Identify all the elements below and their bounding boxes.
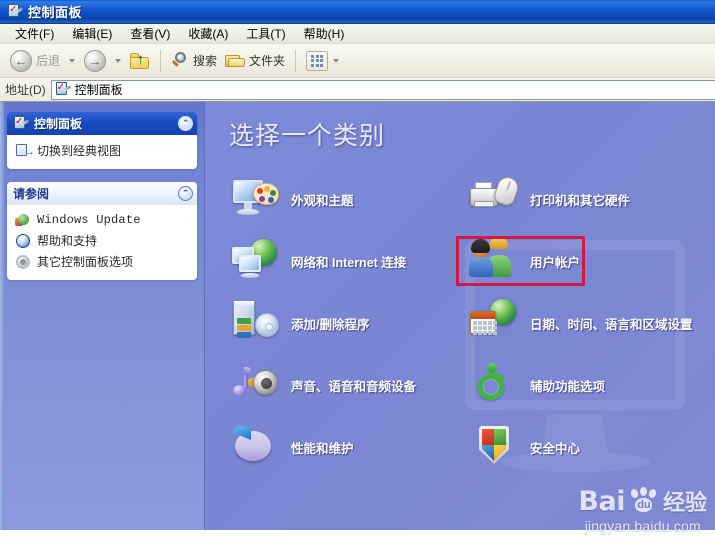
accessibility-icon bbox=[470, 361, 518, 409]
network-internet-icon bbox=[231, 237, 279, 285]
category-label: 外观和主题 bbox=[291, 193, 354, 208]
category-column-right: 打印机和其它硬件 用户帐户 日期、时间、语言和区域设置 辅助功能选项 安全中心 bbox=[468, 168, 715, 478]
sidebar-panel-body: → 切换到经典视图 bbox=[7, 135, 197, 169]
category-label: 性能和维护 bbox=[291, 441, 354, 456]
sounds-audio-icon bbox=[231, 361, 279, 409]
category-user-accounts[interactable]: 用户帐户 bbox=[468, 230, 715, 292]
search-icon bbox=[171, 51, 189, 70]
search-button-label: 搜索 bbox=[193, 54, 218, 68]
category-label: 声音、语音和音频设备 bbox=[291, 379, 417, 394]
page-title: 选择一个类别 bbox=[229, 122, 386, 150]
switch-view-icon: → bbox=[15, 143, 35, 159]
chevron-up-icon[interactable]: ⌃ bbox=[178, 116, 193, 131]
sidebar-panel-body-2: Windows Update ? 帮助和支持 其它控制面板选项 bbox=[7, 205, 197, 280]
sidebar: ✓ 控制面板 ⌃ → 切换到经典视图 请参阅 ⌃ Windows Update … bbox=[0, 102, 205, 530]
folders-button-label: 文件夹 bbox=[249, 54, 286, 68]
printers-hardware-icon bbox=[470, 174, 521, 223]
sidebar-panel-title-2: 请参阅 bbox=[13, 187, 50, 201]
forward-dropdown-icon[interactable] bbox=[115, 58, 122, 63]
appearance-themes-icon bbox=[231, 175, 279, 223]
forward-button[interactable]: → bbox=[80, 47, 110, 75]
category-column-left: 外观和主题 网络和 Internet 连接 添加/删除程序 声音、语音和音频设备… bbox=[229, 168, 468, 478]
address-bar: 地址(D) ✓ 控制面板 bbox=[0, 78, 715, 102]
views-grid-icon bbox=[306, 50, 329, 71]
category-appearance-themes[interactable]: 外观和主题 bbox=[229, 168, 468, 230]
toolbar-separator-2 bbox=[295, 49, 297, 72]
windows-update-icon bbox=[15, 212, 31, 228]
category-network-internet[interactable]: 网络和 Internet 连接 bbox=[229, 230, 468, 292]
menu-item-file[interactable]: 文件(F) bbox=[6, 24, 63, 43]
category-label: 添加/删除程序 bbox=[291, 317, 370, 332]
user-accounts-icon bbox=[469, 237, 518, 285]
folder-icon bbox=[225, 53, 246, 69]
up-button[interactable]: ↑ bbox=[126, 47, 154, 75]
category-label: 用户帐户 bbox=[530, 255, 581, 270]
main-pane: 选择一个类别 外观和主题 网络和 Internet 连接 添加/删除程序 声音、… bbox=[205, 102, 715, 530]
sidebar-panel-see-also: 请参阅 ⌃ Windows Update ? 帮助和支持 其它控制面板选项 bbox=[7, 182, 197, 280]
back-button-label: 后退 bbox=[36, 54, 61, 68]
sidebar-link-label-other-options: 其它控制面板选项 bbox=[37, 255, 134, 269]
address-label: 地址(D) bbox=[5, 83, 46, 97]
category-label: 辅助功能选项 bbox=[530, 379, 606, 394]
chevron-up-icon[interactable]: ⌃ bbox=[178, 186, 193, 201]
control-panel-icon: ✓ bbox=[7, 3, 24, 20]
views-dropdown-icon[interactable] bbox=[333, 58, 340, 63]
security-center-icon bbox=[470, 423, 518, 471]
category-security-center[interactable]: 安全中心 bbox=[468, 416, 715, 478]
back-dropdown-icon[interactable] bbox=[69, 58, 76, 63]
category-performance-maintenance[interactable]: 性能和维护 bbox=[229, 416, 468, 478]
category-printers-hardware[interactable]: 打印机和其它硬件 bbox=[468, 168, 715, 230]
menu-item-edit[interactable]: 编辑(E) bbox=[63, 24, 121, 43]
sidebar-panel-control-panel: ✓ 控制面板 ⌃ → 切换到经典视图 bbox=[7, 112, 197, 169]
folders-button[interactable]: 文件夹 bbox=[221, 47, 289, 75]
menu-item-tools[interactable]: 工具(T) bbox=[237, 24, 294, 43]
category-add-remove-programs[interactable]: 添加/删除程序 bbox=[229, 292, 468, 354]
content-area: ✓ 控制面板 ⌃ → 切换到经典视图 请参阅 ⌃ Windows Update … bbox=[0, 102, 715, 530]
control-panel-icon: ✓ bbox=[55, 81, 71, 98]
control-panel-window: ✓ 控制面板 文件(F) 编辑(E) 查看(V) 收藏(A) 工具(T) 帮助(… bbox=[0, 0, 715, 540]
gear-icon bbox=[15, 254, 31, 270]
sidebar-link-windows-update[interactable]: Windows Update bbox=[15, 210, 191, 230]
category-label: 网络和 Internet 连接 bbox=[291, 255, 407, 270]
title-bar: ✓ 控制面板 bbox=[0, 0, 715, 24]
search-button[interactable]: 搜索 bbox=[167, 47, 221, 75]
menu-bar: 文件(F) 编辑(E) 查看(V) 收藏(A) 工具(T) 帮助(H) bbox=[0, 24, 715, 44]
sidebar-link-label-windows-update: Windows Update bbox=[37, 213, 141, 227]
category-date-time-language[interactable]: 日期、时间、语言和区域设置 bbox=[468, 292, 715, 354]
up-folder-icon: ↑ bbox=[130, 51, 150, 69]
sidebar-link-label: 切换到经典视图 bbox=[37, 144, 122, 158]
sidebar-link-help-support[interactable]: ? 帮助和支持 bbox=[15, 230, 191, 251]
category-label: 日期、时间、语言和区域设置 bbox=[530, 317, 693, 332]
category-label: 安全中心 bbox=[530, 441, 581, 456]
address-input[interactable]: ✓ 控制面板 bbox=[50, 79, 715, 100]
back-arrow-icon: ← bbox=[10, 49, 32, 72]
sidebar-panel-header[interactable]: ✓ 控制面板 ⌃ bbox=[7, 112, 197, 135]
window-title: 控制面板 bbox=[28, 5, 83, 20]
category-accessibility[interactable]: 辅助功能选项 bbox=[468, 354, 715, 416]
date-time-language-icon bbox=[470, 299, 518, 347]
category-sounds-audio[interactable]: 声音、语音和音频设备 bbox=[229, 354, 468, 416]
forward-arrow-icon: → bbox=[84, 49, 107, 72]
menu-item-view[interactable]: 查看(V) bbox=[121, 24, 179, 43]
sidebar-link-switch-classic-view[interactable]: → 切换到经典视图 bbox=[15, 140, 191, 161]
views-button[interactable] bbox=[302, 47, 348, 75]
address-value: 控制面板 bbox=[74, 83, 123, 97]
sidebar-link-other-options[interactable]: 其它控制面板选项 bbox=[15, 251, 191, 272]
category-label: 打印机和其它硬件 bbox=[530, 193, 631, 208]
toolbar: ← 后退 → ↑ 搜索 文件夹 bbox=[0, 44, 715, 78]
performance-maintenance-icon bbox=[231, 423, 279, 471]
sidebar-link-label-help: 帮助和支持 bbox=[37, 234, 98, 248]
toolbar-separator bbox=[160, 49, 162, 72]
category-grid: 外观和主题 网络和 Internet 连接 添加/删除程序 声音、语音和音频设备… bbox=[229, 168, 715, 478]
sidebar-panel-title: 控制面板 bbox=[34, 117, 83, 131]
control-panel-icon: ✓ bbox=[13, 115, 30, 132]
help-icon: ? bbox=[15, 233, 31, 249]
add-remove-programs-icon bbox=[231, 299, 279, 347]
back-button[interactable]: ← 后退 bbox=[6, 47, 64, 75]
sidebar-panel-header-2[interactable]: 请参阅 ⌃ bbox=[7, 182, 197, 205]
menu-item-help[interactable]: 帮助(H) bbox=[295, 24, 354, 43]
menu-item-favorites[interactable]: 收藏(A) bbox=[179, 24, 237, 43]
